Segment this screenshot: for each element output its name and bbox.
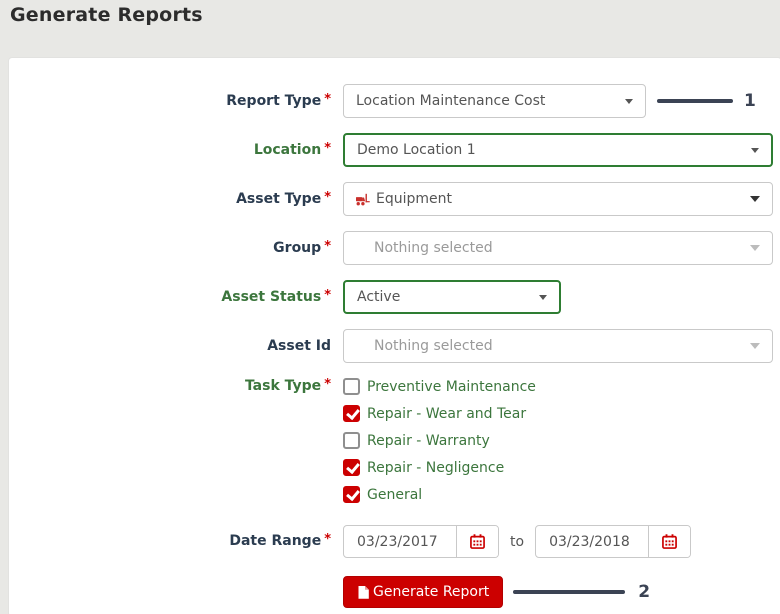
calendar-icon <box>470 534 485 549</box>
asset-id-label: Asset Id <box>267 337 331 354</box>
asset-type-select[interactable]: Equipment <box>343 182 773 216</box>
group-select[interactable]: Nothing selected <box>343 231 773 265</box>
required-asterisk: * <box>324 91 331 107</box>
asset-status-row: Asset Status * Active <box>9 280 780 314</box>
submit-row: Generate Report 2 <box>9 576 780 608</box>
required-asterisk: * <box>324 377 331 392</box>
required-asterisk: * <box>324 532 331 547</box>
equipment-icon <box>356 193 370 206</box>
chevron-down-icon <box>750 196 760 202</box>
calendar-icon <box>662 534 677 549</box>
report-file-icon <box>357 585 370 600</box>
location-row: Location * Demo Location 1 <box>9 133 780 167</box>
checkbox-icon[interactable] <box>343 405 360 422</box>
required-asterisk: * <box>324 287 331 303</box>
chevron-down-icon <box>625 98 633 104</box>
generate-report-button[interactable]: Generate Report <box>343 576 504 608</box>
callout-number-2: 2 <box>638 582 651 602</box>
checkbox-icon[interactable] <box>343 378 360 395</box>
group-row: Group * Nothing selected <box>9 231 780 265</box>
report-type-row: Report Type * Location Maintenance Cost 1 <box>9 84 780 118</box>
end-date-input[interactable]: 03/23/2018 <box>536 526 648 557</box>
chevron-down-icon <box>750 343 760 349</box>
end-date-group: 03/23/2018 <box>535 525 692 558</box>
checkbox-icon[interactable] <box>343 432 360 449</box>
group-label: Group * <box>273 238 331 256</box>
checkbox-preventive-maintenance[interactable]: Preventive Maintenance <box>343 378 536 395</box>
start-date-group: 03/23/2017 <box>343 525 499 558</box>
callout-number-1: 1 <box>744 91 756 111</box>
annotation-1: 1 <box>646 91 756 111</box>
asset-id-row: Asset Id Nothing selected <box>9 329 780 363</box>
asset-status-select[interactable]: Active <box>343 280 561 314</box>
checkbox-icon[interactable] <box>343 486 360 503</box>
page-title: Generate Reports <box>10 4 203 26</box>
location-select[interactable]: Demo Location 1 <box>343 133 773 167</box>
required-asterisk: * <box>324 140 331 156</box>
generate-reports-panel: Report Type * Location Maintenance Cost 1… <box>8 57 780 614</box>
chevron-down-icon <box>751 147 759 153</box>
end-date-calendar-button[interactable] <box>648 526 691 557</box>
asset-status-label: Asset Status * <box>221 287 331 305</box>
checkbox-general[interactable]: General <box>343 486 536 503</box>
location-label: Location * <box>253 140 331 158</box>
report-type-select[interactable]: Location Maintenance Cost <box>343 84 646 118</box>
date-range-separator: to <box>510 533 525 550</box>
asset-type-label: Asset Type * <box>236 189 331 207</box>
task-type-label: Task Type * <box>244 377 331 394</box>
annotation-2: 2 <box>503 582 650 602</box>
required-asterisk: * <box>324 189 331 205</box>
task-type-options: Preventive Maintenance Repair - Wear and… <box>343 378 536 503</box>
checkbox-repair-wear-and-tear[interactable]: Repair - Wear and Tear <box>343 405 536 422</box>
checkbox-icon[interactable] <box>343 459 360 476</box>
checkbox-repair-negligence[interactable]: Repair - Negligence <box>343 459 536 476</box>
checkbox-repair-warranty[interactable]: Repair - Warranty <box>343 432 536 449</box>
chevron-down-icon <box>750 245 760 251</box>
chevron-down-icon <box>539 294 547 300</box>
start-date-input[interactable]: 03/23/2017 <box>344 526 456 557</box>
asset-id-select[interactable]: Nothing selected <box>343 329 773 363</box>
start-date-calendar-button[interactable] <box>456 526 498 557</box>
asset-type-row: Asset Type * Equipment <box>9 182 780 216</box>
callout-line-2 <box>513 590 626 594</box>
date-range-row: Date Range * 03/23/2017 to 03/23/2018 <box>9 525 780 558</box>
date-range-label: Date Range * <box>229 532 331 549</box>
task-type-row: Task Type * Preventive Maintenance Repair… <box>9 377 780 503</box>
report-type-label: Report Type * <box>226 91 331 109</box>
callout-line-1 <box>657 99 733 103</box>
required-asterisk: * <box>324 238 331 254</box>
